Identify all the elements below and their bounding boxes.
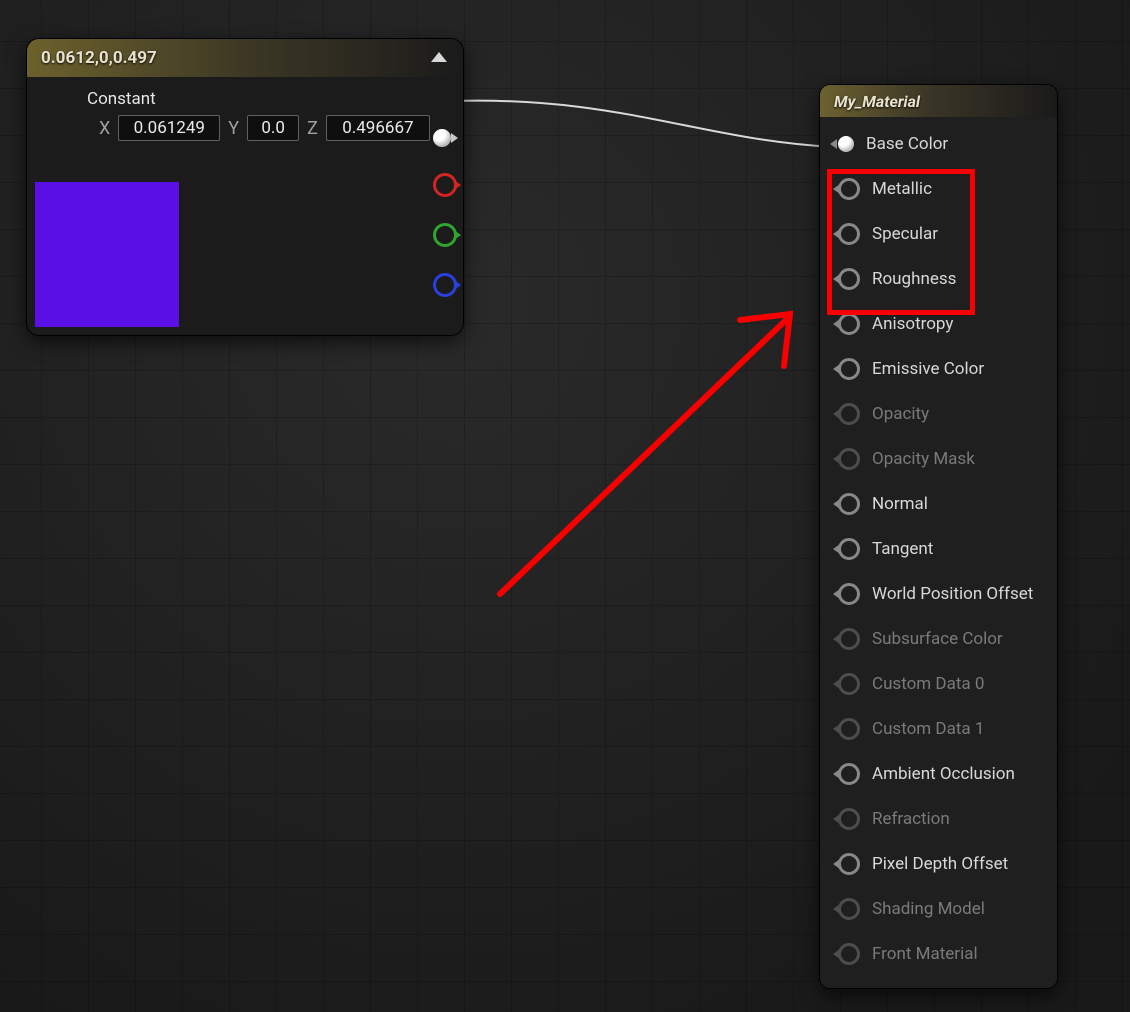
constant-node-header[interactable]: 0.0612,0,0.497 <box>27 39 463 77</box>
material-input-label: Opacity <box>872 404 929 424</box>
output-pin-g[interactable] <box>433 223 457 247</box>
material-input-label: Normal <box>872 494 928 514</box>
material-input-label: Tangent <box>872 539 933 559</box>
collapse-chevron-icon[interactable] <box>429 52 449 64</box>
material-input-label: World Position Offset <box>872 584 1033 604</box>
material-input-specular[interactable]: Specular <box>820 211 1057 256</box>
material-input-opacity-mask[interactable]: Opacity Mask <box>820 436 1057 481</box>
input-pin-roughness[interactable] <box>838 268 860 290</box>
output-pin-b[interactable] <box>433 273 457 297</box>
material-input-refraction[interactable]: Refraction <box>820 796 1057 841</box>
material-input-label: Shading Model <box>872 899 985 919</box>
output-pin-rgb[interactable] <box>433 129 451 147</box>
material-input-opacity[interactable]: Opacity <box>820 391 1057 436</box>
wire-rgb-to-basecolor <box>452 101 834 147</box>
input-pin-opacity[interactable] <box>838 403 860 425</box>
input-pin-subsurface-color[interactable] <box>838 628 860 650</box>
constant3vector-node[interactable]: 0.0612,0,0.497 Constant X 0.061249 Y 0.0… <box>27 39 463 335</box>
input-pin-shading-model[interactable] <box>838 898 860 920</box>
output-pin-r[interactable] <box>433 173 457 197</box>
z-value-field[interactable]: 0.496667 <box>326 115 430 141</box>
material-input-roughness[interactable]: Roughness <box>820 256 1057 301</box>
axis-y-label: Y <box>228 118 239 139</box>
x-value-field[interactable]: 0.061249 <box>118 115 220 141</box>
material-input-label: Custom Data 1 <box>872 719 984 739</box>
input-pin-metallic[interactable] <box>838 178 860 200</box>
input-pin-refraction[interactable] <box>838 808 860 830</box>
material-input-emissive-color[interactable]: Emissive Color <box>820 346 1057 391</box>
material-input-label: Anisotropy <box>872 314 953 334</box>
input-pin-front-material[interactable] <box>838 943 860 965</box>
material-input-world-position-offset[interactable]: World Position Offset <box>820 571 1057 616</box>
constant-vector-row: X 0.061249 Y 0.0 Z 0.496667 <box>99 115 447 141</box>
input-pin-world-position-offset[interactable] <box>838 583 860 605</box>
input-pin-custom-data-0[interactable] <box>838 673 860 695</box>
material-input-tangent[interactable]: Tangent <box>820 526 1057 571</box>
input-pin-anisotropy[interactable] <box>838 313 860 335</box>
constant-node-body: Constant X 0.061249 Y 0.0 Z 0.496667 <box>27 77 463 335</box>
material-input-custom-data-0[interactable]: Custom Data 0 <box>820 661 1057 706</box>
material-input-label: Subsurface Color <box>872 629 1003 649</box>
material-input-label: Base Color <box>866 134 948 154</box>
output-pin-column <box>433 129 457 297</box>
annotation-arrow <box>500 314 790 594</box>
material-node-body: Base Color Metallic Specular Roughness Aniso… <box>820 117 1057 988</box>
input-pin-emissive-color[interactable] <box>838 358 860 380</box>
input-pin-base-color[interactable] <box>838 136 854 152</box>
material-input-label: Roughness <box>872 269 956 289</box>
input-pin-tangent[interactable] <box>838 538 860 560</box>
material-input-front-material[interactable]: Front Material <box>820 931 1057 976</box>
material-input-normal[interactable]: Normal <box>820 481 1057 526</box>
input-pin-normal[interactable] <box>838 493 860 515</box>
material-node-title: My_Material <box>834 92 920 111</box>
constant-node-title: 0.0612,0,0.497 <box>41 48 157 68</box>
input-pin-specular[interactable] <box>838 223 860 245</box>
material-input-custom-data-1[interactable]: Custom Data 1 <box>820 706 1057 751</box>
input-pin-pixel-depth-offset[interactable] <box>838 853 860 875</box>
axis-x-label: X <box>99 118 110 139</box>
material-node-header[interactable]: My_Material <box>820 85 1057 117</box>
material-input-label: Specular <box>872 224 938 244</box>
material-input-label: Pixel Depth Offset <box>872 854 1008 874</box>
material-input-label: Metallic <box>872 179 932 199</box>
material-output-node[interactable]: My_Material Base Color Metallic Specular Ro… <box>820 85 1057 988</box>
material-input-label: Custom Data 0 <box>872 674 984 694</box>
material-input-anisotropy[interactable]: Anisotropy <box>820 301 1057 346</box>
constant-type-label: Constant <box>87 89 447 109</box>
material-input-metallic[interactable]: Metallic <box>820 166 1057 211</box>
input-pin-opacity-mask[interactable] <box>838 448 860 470</box>
input-pin-custom-data-1[interactable] <box>838 718 860 740</box>
material-input-label: Emissive Color <box>872 359 984 379</box>
input-pin-ambient-occlusion[interactable] <box>838 763 860 785</box>
material-input-ambient-occlusion[interactable]: Ambient Occlusion <box>820 751 1057 796</box>
material-input-shading-model[interactable]: Shading Model <box>820 886 1057 931</box>
material-input-base-color[interactable]: Base Color <box>820 121 1057 166</box>
material-input-label: Opacity Mask <box>872 449 975 469</box>
material-input-label: Front Material <box>872 944 978 964</box>
material-input-pixel-depth-offset[interactable]: Pixel Depth Offset <box>820 841 1057 886</box>
material-input-label: Refraction <box>872 809 950 829</box>
y-value-field[interactable]: 0.0 <box>247 115 299 141</box>
material-input-subsurface-color[interactable]: Subsurface Color <box>820 616 1057 661</box>
material-graph-canvas[interactable]: 0.0612,0,0.497 Constant X 0.061249 Y 0.0… <box>0 0 1130 1012</box>
material-input-label: Ambient Occlusion <box>872 764 1015 784</box>
color-swatch[interactable] <box>35 182 179 327</box>
axis-z-label: Z <box>307 118 318 139</box>
